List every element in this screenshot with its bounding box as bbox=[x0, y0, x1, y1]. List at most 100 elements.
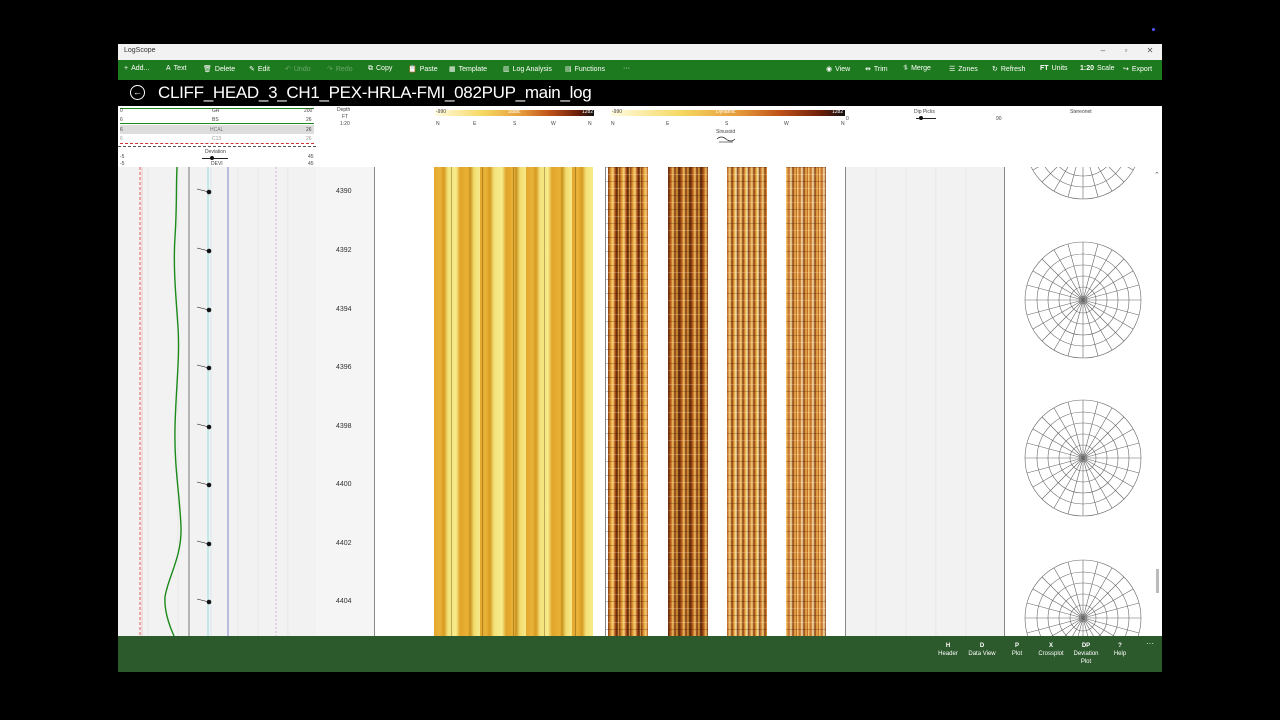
c13-max: 26 bbox=[306, 136, 312, 142]
dip-picks-track[interactable] bbox=[846, 167, 1005, 636]
depth-track[interactable]: 4390 4392 4394 4396 4398 4400 4402 4404 bbox=[316, 167, 375, 636]
crossplot-key: X bbox=[1048, 643, 1053, 649]
paste-button[interactable]: 📋 Paste bbox=[408, 65, 438, 73]
redo-label: Redo bbox=[335, 66, 353, 73]
header-key: H bbox=[945, 643, 951, 649]
crossplot-command-label: Crossplot bbox=[1038, 651, 1064, 657]
text-button[interactable]: A Text bbox=[166, 65, 187, 72]
depth-header-label: Depth bbox=[337, 107, 351, 113]
maximize-icon[interactable]: ▫ bbox=[1119, 46, 1133, 55]
log-analysis-label: Log Analysis bbox=[512, 66, 552, 73]
depth-label: 4394 bbox=[336, 306, 352, 313]
pad-gap bbox=[708, 167, 727, 636]
pad-gap bbox=[648, 167, 668, 636]
plus-icon: + bbox=[124, 65, 129, 72]
deviation-label: Deviation bbox=[205, 149, 226, 155]
trim-button[interactable]: ⇹ Trim bbox=[865, 65, 888, 73]
stereonet-label: Stereonet bbox=[1070, 109, 1092, 115]
undo-button[interactable]: ↶ Undo bbox=[285, 65, 311, 73]
depth-label: 4390 bbox=[336, 188, 352, 195]
back-icon[interactable]: ← bbox=[130, 85, 145, 100]
edit-button[interactable]: ✎ Edit bbox=[249, 65, 270, 73]
copy-button[interactable]: ⧉ Copy bbox=[368, 65, 392, 73]
minimize-icon[interactable]: – bbox=[1096, 46, 1110, 55]
more-button[interactable]: ··· bbox=[623, 65, 630, 72]
dip-picks-grid bbox=[875, 167, 967, 636]
dynamic-dir-e: E bbox=[666, 121, 670, 127]
merge-button[interactable]: ⥮ Merge bbox=[903, 65, 931, 73]
deviation-slider-track[interactable] bbox=[202, 158, 228, 159]
paste-icon: 📋 bbox=[408, 66, 417, 73]
depth-label: 4400 bbox=[336, 481, 352, 488]
stereonet-plot[interactable] bbox=[1024, 167, 1142, 200]
c13-min: 6 bbox=[120, 136, 123, 142]
hcal-min: 6 bbox=[120, 127, 123, 133]
plot-command[interactable]: P Plot bbox=[1007, 642, 1027, 658]
gr-caliper-track[interactable] bbox=[118, 167, 317, 636]
header-command-label: Header bbox=[938, 651, 958, 657]
dip-picks-max: 90 bbox=[996, 116, 1002, 122]
depth-label: 4398 bbox=[336, 423, 352, 430]
functions-button[interactable]: ▤ Functions bbox=[565, 65, 605, 73]
template-label: Template bbox=[458, 66, 488, 73]
scroll-up-icon[interactable]: ⌃ bbox=[1154, 171, 1160, 179]
static-label: Static bbox=[508, 109, 521, 115]
header-divider bbox=[118, 146, 316, 147]
bottom-command-bar: H Header D Data View P Plot X Crossplot DP De… bbox=[118, 636, 1162, 672]
scale-button[interactable]: 1:20 Scale bbox=[1080, 65, 1115, 72]
help-command-label: Help bbox=[1113, 651, 1127, 657]
deviation-plot-label: Deviation bbox=[1073, 651, 1099, 657]
gr-label: GR bbox=[212, 108, 220, 114]
crossplot-command[interactable]: X Crossplot bbox=[1036, 642, 1066, 658]
dynamic-dir-n: N bbox=[611, 121, 615, 127]
redo-button[interactable]: ↷ Redo bbox=[327, 65, 353, 73]
add-label: Add... bbox=[131, 65, 150, 72]
stereonet-plot[interactable] bbox=[1024, 559, 1142, 636]
dynamic-image-track[interactable] bbox=[606, 167, 846, 636]
close-icon[interactable]: ✕ bbox=[1143, 46, 1157, 55]
static-image-track[interactable] bbox=[375, 167, 606, 636]
help-key: ? bbox=[1118, 643, 1122, 649]
vertical-scrollbar[interactable]: ⌃ bbox=[1152, 167, 1162, 636]
trim-icon: ⇹ bbox=[865, 66, 871, 73]
units-button[interactable]: FT Units bbox=[1040, 65, 1068, 72]
export-button[interactable]: ↪ Export bbox=[1123, 65, 1152, 73]
stereonet-plot[interactable] bbox=[1024, 241, 1142, 359]
sinusoid-icon bbox=[716, 136, 736, 143]
document-title: CLIFF_HEAD_3_CH1_PEX-HRLA-FMI_082PUP_mai… bbox=[158, 83, 592, 102]
dynamic-dir-s: S bbox=[725, 121, 729, 127]
add-button[interactable]: + Add... bbox=[124, 65, 149, 72]
text-label: Text bbox=[173, 65, 187, 72]
deviation-slider-thumb[interactable] bbox=[210, 156, 214, 160]
header-command[interactable]: H Header bbox=[935, 642, 961, 658]
more-commands-button[interactable]: ··· bbox=[1143, 640, 1157, 648]
refresh-button[interactable]: ↻ Refresh bbox=[992, 65, 1025, 73]
scrollbar-thumb[interactable] bbox=[1156, 569, 1159, 593]
zones-label: Zones bbox=[958, 66, 978, 73]
static-dir-s: S bbox=[513, 121, 517, 127]
units-label: Units bbox=[1051, 65, 1068, 72]
template-button[interactable]: ▦ Template bbox=[449, 65, 487, 73]
delete-button[interactable]: 🗑 Delete bbox=[203, 65, 235, 73]
eye-icon: ◉ bbox=[826, 66, 833, 73]
toolbar: + Add... A Text 🗑 Delete ✎ Edit ↶ Undo ↷ Redo … bbox=[118, 60, 1162, 80]
data-view-command[interactable]: D Data View bbox=[966, 642, 998, 658]
log-analysis-button[interactable]: ▥ Log Analysis bbox=[503, 65, 552, 73]
dynamic-label: Dynamic bbox=[716, 109, 736, 115]
merge-label: Merge bbox=[911, 65, 931, 72]
scale-label: Scale bbox=[1097, 65, 1115, 72]
dip-picks-label: Dip Picks bbox=[914, 109, 935, 115]
chart-icon: ▥ bbox=[503, 66, 510, 73]
dip-picks-slider-thumb[interactable] bbox=[919, 116, 923, 120]
stereonet-track[interactable] bbox=[1005, 167, 1152, 636]
static-dir-e: E bbox=[473, 121, 477, 127]
zones-button[interactable]: ☰ Zones bbox=[949, 65, 978, 73]
help-command[interactable]: ? Help bbox=[1111, 642, 1129, 658]
depth-label: 4396 bbox=[336, 364, 352, 371]
stereonet-plot[interactable] bbox=[1024, 399, 1142, 517]
deviation-plot-command[interactable]: DP Deviation Plot bbox=[1071, 642, 1101, 666]
merge-icon: ⥮ bbox=[903, 65, 909, 72]
dynamic-min: -990 bbox=[612, 109, 623, 115]
static-fmi-streaks bbox=[434, 167, 593, 636]
view-button[interactable]: ◉ View bbox=[826, 65, 850, 73]
